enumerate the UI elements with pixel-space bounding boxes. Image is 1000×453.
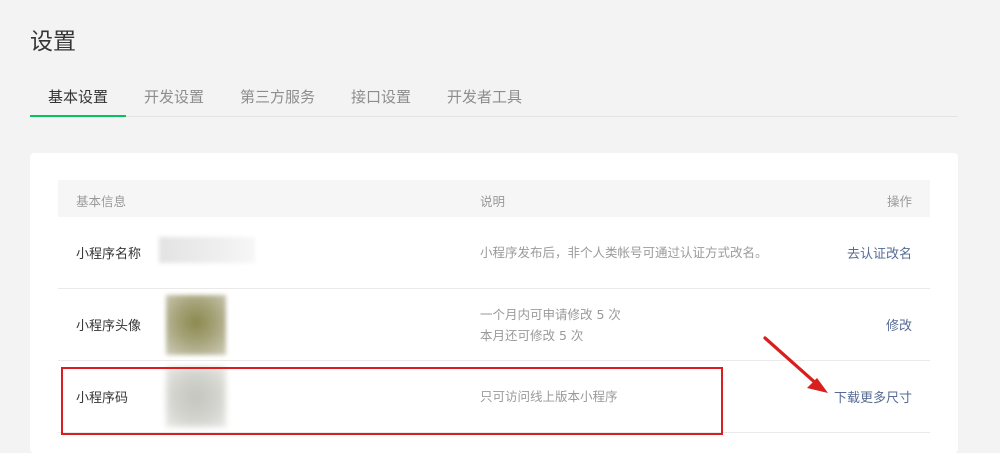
download-more-sizes-link[interactable]: 下载更多尺寸 <box>834 361 912 432</box>
verify-rename-link[interactable]: 去认证改名 <box>847 217 912 288</box>
row-label: 小程序名称 <box>76 247 142 262</box>
tab-third-party-services[interactable]: 第三方服务 <box>240 86 315 107</box>
tab-dev-settings[interactable]: 开发设置 <box>144 86 204 107</box>
row-description: 一个月内可申请修改 5 次 本月还可修改 5 次 <box>480 289 621 360</box>
annotation-highlight-box <box>61 367 723 435</box>
settings-tabs: 基本设置 开发设置 第三方服务 接口设置 开发者工具 <box>30 80 958 117</box>
header-basic-info: 基本信息 <box>76 194 127 209</box>
blurred-avatar-image <box>166 295 226 355</box>
row-description: 小程序发布后，非个人类帐号可通过认证方式改名。 <box>480 217 768 288</box>
description-line: 本月还可修改 5 次 <box>480 327 584 343</box>
tab-interface-settings[interactable]: 接口设置 <box>351 86 411 107</box>
description-line: 一个月内可申请修改 5 次 <box>480 306 621 322</box>
tab-basic-settings[interactable]: 基本设置 <box>48 86 108 107</box>
description-line: 小程序发布后，非个人类帐号可通过认证方式改名。 <box>480 245 768 260</box>
row-label: 小程序头像 <box>76 319 142 334</box>
table-header: 基本信息 说明 操作 <box>58 180 930 217</box>
header-description: 说明 <box>480 194 506 209</box>
blurred-name-value <box>159 237 255 263</box>
active-tab-indicator <box>30 115 126 117</box>
page-title: 设置 <box>30 29 76 55</box>
header-action: 操作 <box>886 194 912 209</box>
table-row-mini-program-name: 小程序名称 小程序发布后，非个人类帐号可通过认证方式改名。 去认证改名 <box>58 217 930 289</box>
annotation-arrow-icon <box>763 336 828 393</box>
modify-avatar-link[interactable]: 修改 <box>886 289 912 360</box>
tab-developer-tools[interactable]: 开发者工具 <box>447 86 522 107</box>
